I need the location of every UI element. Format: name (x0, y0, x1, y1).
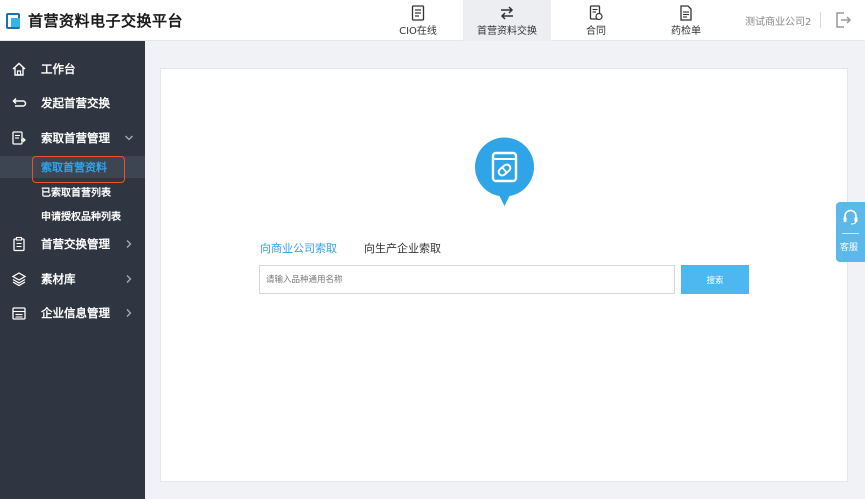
nav-tab-cio-online[interactable]: CIO在线 (374, 0, 462, 41)
exchange-arrows-icon (500, 6, 514, 20)
search-button[interactable]: 搜索 (681, 265, 749, 294)
nav-tab-inspection-report[interactable]: 药检单 (642, 0, 730, 41)
nav-tab-label: 药检单 (671, 26, 701, 37)
report-icon (680, 5, 692, 21)
nav-tab-label: 合同 (586, 26, 606, 37)
clipboard-icon (13, 236, 25, 252)
building-icon (12, 307, 26, 320)
app-logo[interactable]: 首营资料电子交换平台 (6, 10, 183, 31)
sidebar-item-label: 素材库 (41, 272, 76, 286)
nav-tab-contract[interactable]: 合同 (552, 0, 640, 41)
sidebar-item-label: 索取首营管理 (41, 131, 110, 145)
chevron-right-icon (126, 275, 132, 283)
divider (842, 233, 859, 234)
chevron-down-icon (125, 135, 133, 141)
selection-highlight (32, 156, 125, 183)
sidebar-subitem-requested-list[interactable]: 已索取首营列表 (0, 180, 145, 202)
logo-icon (6, 12, 22, 29)
contract-icon (589, 5, 603, 21)
sidebar-subitem-label: 申请授权品种列表 (41, 211, 121, 223)
logout-icon[interactable] (834, 11, 852, 29)
tab-request-from-manufacturer[interactable]: 向生产企业索取 (364, 240, 441, 256)
sidebar-item-label: 企业信息管理 (41, 306, 110, 320)
sidebar-item-label: 工作台 (41, 62, 76, 76)
headset-icon (843, 209, 858, 225)
customer-service-button[interactable]: 客服 (836, 202, 865, 262)
sidebar-item-exchange-management[interactable]: 首营交换管理 (0, 232, 145, 256)
sidebar-subitem-authorized-list[interactable]: 申请授权品种列表 (0, 204, 145, 226)
chevron-right-icon (126, 240, 132, 248)
top-bar: 首营资料电子交换平台 CIO在线 首营资料交换 合同 药检单 测试商业公司2 (0, 0, 865, 41)
app-title: 首营资料电子交换平台 (28, 12, 184, 30)
customer-service-label: 客服 (840, 243, 859, 253)
home-icon (12, 62, 26, 76)
nav-tab-exchange[interactable]: 首营资料交换 (463, 0, 551, 41)
sidebar-item-material-library[interactable]: 素材库 (0, 267, 145, 291)
sidebar-subitem-label: 已索取首营列表 (41, 187, 111, 199)
sidebar-item-label: 首营交换管理 (41, 237, 110, 251)
sidebar-item-initiate-exchange[interactable]: 发起首营交换 (0, 91, 145, 115)
sidebar-item-request-management[interactable]: 索取首营管理 (0, 126, 145, 150)
search-input[interactable] (259, 265, 675, 294)
nav-tab-label: 首营资料交换 (477, 26, 537, 37)
sidebar-item-company-info[interactable]: 企业信息管理 (0, 301, 145, 325)
pill-box-icon (475, 137, 534, 206)
cycle-icon (12, 97, 27, 107)
sidebar-item-label: 发起首营交换 (41, 96, 110, 110)
document-icon (411, 5, 425, 21)
company-name[interactable]: 测试商业公司2 (745, 13, 811, 28)
divider (820, 12, 821, 28)
layers-icon (11, 272, 27, 287)
request-doc-icon (12, 131, 26, 145)
sidebar-item-workbench[interactable]: 工作台 (0, 57, 145, 81)
nav-tab-label: CIO在线 (399, 26, 437, 37)
tab-request-from-distributor[interactable]: 向商业公司索取 (260, 240, 337, 256)
chevron-right-icon (126, 309, 132, 317)
